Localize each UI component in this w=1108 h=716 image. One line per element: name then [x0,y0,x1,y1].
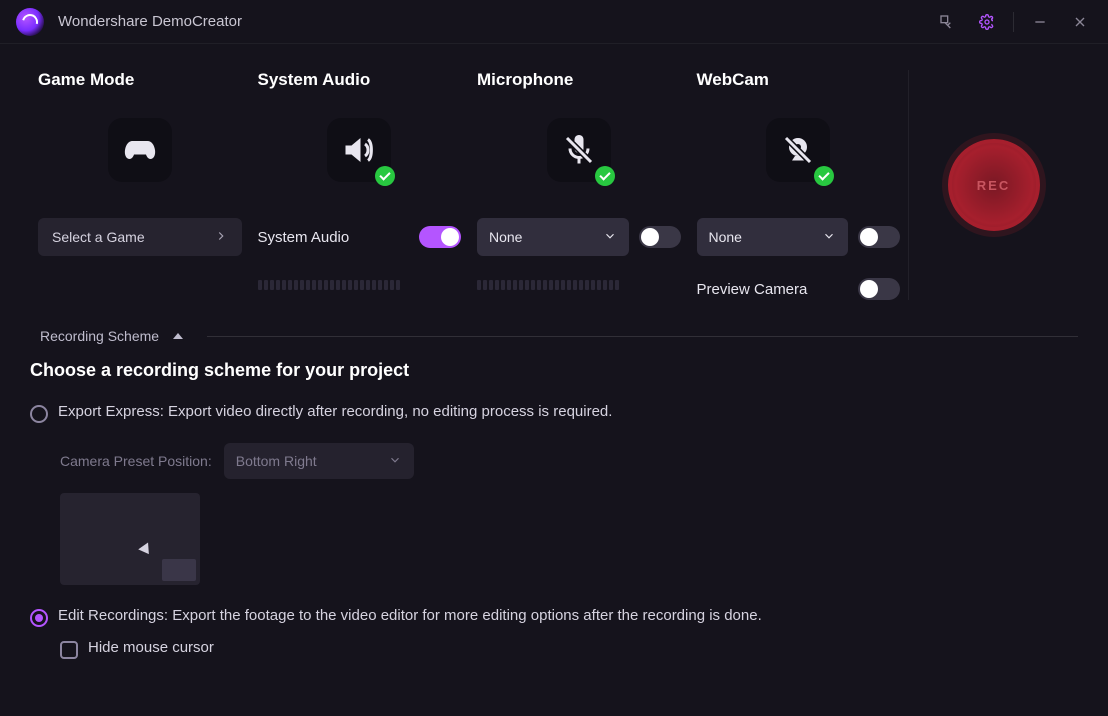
export-express-radio[interactable] [30,405,48,423]
app-title: Wondershare DemoCreator [58,13,242,30]
microphone-dropdown[interactable]: None [477,218,629,256]
webcam-selected: None [709,229,742,245]
chevron-down-icon [603,229,617,246]
export-express-option[interactable]: Export Express: Export video directly af… [0,397,1108,429]
camera-position-row: Camera Preset Position: Bottom Right [0,429,1108,483]
record-button[interactable]: REC [948,139,1040,231]
microphone-selected: None [489,229,522,245]
scheme-section-header[interactable]: Recording Scheme [0,300,1108,354]
camera-overlay-preview [162,559,196,581]
chevron-down-icon [388,453,402,470]
check-badge-icon [595,166,615,186]
camera-position-dropdown[interactable]: Bottom Right [224,443,414,479]
check-badge-icon [375,166,395,186]
divider [207,336,1078,337]
scheme-heading: Choose a recording scheme for your proje… [0,354,1108,397]
system-audio-label: System Audio [258,229,350,246]
minimize-button[interactable] [1020,2,1060,42]
select-game-dropdown[interactable]: Select a Game [38,218,242,256]
record-label: REC [977,178,1010,193]
camera-position-label: Camera Preset Position: [60,453,212,469]
cursor-arrow-icon [138,542,154,557]
game-mode-title: Game Mode [38,70,242,90]
speaker-icon [327,118,391,182]
webcam-off-icon [766,118,830,182]
system-audio-col: System Audio System Audio [250,70,470,300]
preview-camera-label: Preview Camera [697,281,808,298]
webcam-col: WebCam None Preview Camera [689,70,909,300]
titlebar: Wondershare DemoCreator [0,0,1108,44]
webcam-dropdown[interactable]: None [697,218,849,256]
camera-position-value: Bottom Right [236,453,317,469]
caret-up-icon [173,333,183,339]
scheme-section-label: Recording Scheme [40,328,159,344]
chevron-down-icon [822,229,836,246]
select-game-label: Select a Game [52,229,145,245]
settings-icon[interactable] [967,2,1007,42]
rec-col: REC [908,70,1078,300]
game-mode-col: Game Mode Select a Game [30,70,250,300]
edit-recordings-option[interactable]: Edit Recordings: Export the footage to t… [0,601,1108,633]
webcam-title: WebCam [697,70,901,90]
hide-cursor-label: Hide mouse cursor [88,639,214,656]
microphone-col: Microphone None [469,70,689,300]
system-audio-title: System Audio [258,70,462,90]
options-row: Game Mode Select a Game System Audio Sys… [0,44,1108,300]
microphone-toggle[interactable] [639,226,681,248]
close-button[interactable] [1060,2,1100,42]
app-logo [16,8,44,36]
preview-camera-toggle[interactable] [858,278,900,300]
microphone-level [477,280,681,290]
capture-tool-icon[interactable] [927,2,967,42]
chevron-right-icon [214,229,228,246]
webcam-toggle[interactable] [858,226,900,248]
hide-cursor-checkbox[interactable] [60,641,78,659]
export-express-label: Export Express: Export video directly af… [58,403,612,420]
camera-position-preview [60,493,200,585]
microphone-title: Microphone [477,70,681,90]
titlebar-separator [1013,12,1014,32]
hide-cursor-option[interactable]: Hide mouse cursor [0,633,1108,659]
gamepad-icon [108,118,172,182]
system-audio-toggle[interactable] [419,226,461,248]
check-badge-icon [814,166,834,186]
system-audio-level [258,280,462,290]
edit-recordings-label: Edit Recordings: Export the footage to t… [58,607,762,624]
mic-off-icon [547,118,611,182]
edit-recordings-radio[interactable] [30,609,48,627]
